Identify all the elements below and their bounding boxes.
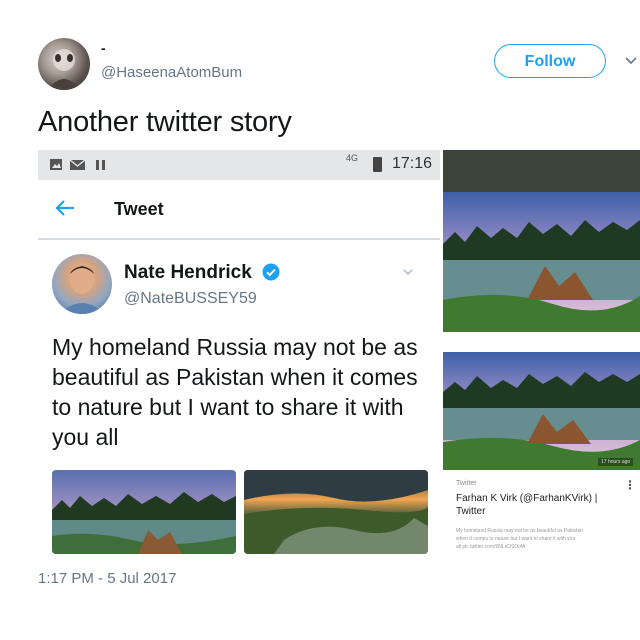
- tweet-app-bar: Tweet: [38, 180, 440, 240]
- network-type: 4G: [346, 153, 359, 163]
- battery-icon: [373, 157, 382, 172]
- tweet-photo-lake[interactable]: [52, 470, 236, 554]
- chevron-down-icon[interactable]: [624, 54, 638, 68]
- preview-gap: [443, 332, 640, 352]
- author-avatar[interactable]: [38, 38, 90, 90]
- tweet-timestamp[interactable]: 1:17 PM - 5 Jul 2017: [38, 570, 176, 587]
- card-description: My homeland Russia may not be as beautif…: [456, 527, 632, 551]
- author-name[interactable]: -: [101, 40, 106, 56]
- tweet-text: Another twitter story: [38, 106, 292, 138]
- card-desc-line: all pic.twitter.com/9NLeDSOi4A: [456, 544, 526, 550]
- follow-button[interactable]: Follow: [494, 44, 606, 78]
- notification-icons: [50, 159, 105, 170]
- app-bar-title: Tweet: [114, 199, 164, 219]
- embedded-author-avatar[interactable]: [52, 254, 112, 314]
- more-options-icon[interactable]: ⋮: [624, 478, 636, 492]
- preview-photo-large[interactable]: [443, 192, 640, 332]
- author-handle[interactable]: @HaseenaAtomBum: [101, 64, 242, 81]
- phone-status-bar: 4G 17:16: [38, 150, 440, 180]
- embedded-author-name[interactable]: Nate Hendrick: [124, 262, 252, 284]
- arrow-left-icon[interactable]: [54, 198, 76, 218]
- dark-header-strip: [443, 150, 640, 192]
- embedded-tweet-text: My homeland Russia may not be as beautif…: [52, 334, 418, 450]
- embedded-author-handle[interactable]: @NateBUSSEY59: [124, 290, 257, 308]
- card-source-label: Twitter: [456, 480, 477, 487]
- tweet-photo-valley[interactable]: [244, 470, 428, 554]
- card-desc-line: when it comes to nature but I want to sh…: [456, 536, 576, 542]
- verified-badge-icon: [262, 263, 280, 281]
- card-title[interactable]: Farhan K Virk (@FarhanKVirk) | Twitter: [456, 492, 626, 518]
- preview-photo-small[interactable]: [443, 352, 640, 470]
- chevron-down-icon[interactable]: [402, 265, 414, 277]
- time-badge: 17 hours ago: [598, 458, 634, 466]
- status-time: 17:16: [392, 155, 433, 172]
- card-desc-line: My homeland Russia may not be as beautif…: [456, 528, 584, 534]
